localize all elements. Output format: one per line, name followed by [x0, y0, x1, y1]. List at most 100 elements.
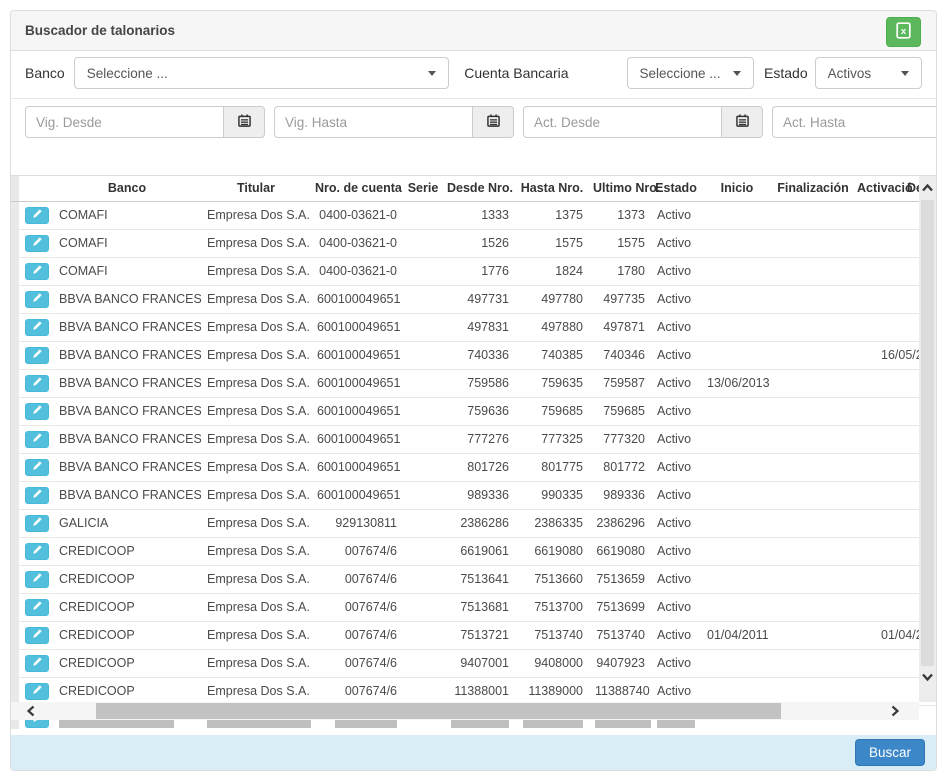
- cell-cuenta: 007674/6: [311, 621, 403, 649]
- calendar-button[interactable]: [472, 106, 514, 138]
- cell-banco: BBVA BANCO FRANCES: [53, 285, 201, 313]
- edit-row-button[interactable]: [25, 375, 49, 392]
- edit-row-button[interactable]: [25, 319, 49, 336]
- cell-titular: Empresa Dos S.A.: [201, 341, 311, 369]
- column-header-cuenta[interactable]: Nro. de cuenta: [311, 176, 403, 201]
- row-actions-cell: [19, 621, 53, 649]
- date-input-3[interactable]: [772, 106, 937, 138]
- cell-banco: BBVA BANCO FRANCES: [53, 397, 201, 425]
- cell-banco: CREDICOOP: [53, 537, 201, 565]
- edit-row-button[interactable]: [25, 487, 49, 504]
- estado-select-value: Activos: [828, 66, 872, 81]
- column-header-activacion[interactable]: Activación: [853, 176, 913, 201]
- cell-titular: Empresa Dos S.A.: [201, 453, 311, 481]
- date-input-2[interactable]: [523, 106, 721, 138]
- banco-select[interactable]: Seleccione ...: [74, 57, 450, 89]
- edit-row-button[interactable]: [25, 235, 49, 252]
- cell-activacion: [853, 649, 913, 677]
- table-row: BBVA BANCO FRANCESEmpresa Dos S.A.600100…: [11, 453, 936, 481]
- column-header-estado[interactable]: Estado: [651, 176, 701, 201]
- estado-select[interactable]: Activos: [815, 57, 922, 89]
- edit-row-button[interactable]: [25, 431, 49, 448]
- cell-desde: 7513641: [443, 565, 515, 593]
- scroll-up-icon[interactable]: [920, 182, 935, 197]
- cell-hasta: 497780: [515, 285, 589, 313]
- cell-banco: BBVA BANCO FRANCES: [53, 341, 201, 369]
- table-row: BBVA BANCO FRANCESEmpresa Dos S.A.600100…: [11, 285, 936, 313]
- buscar-button[interactable]: Buscar: [855, 739, 925, 766]
- cell-estado: Activo: [651, 425, 701, 453]
- cell-desde: 777276: [443, 425, 515, 453]
- cell-ultimo: 497871: [589, 313, 651, 341]
- cuenta-bancaria-select-value: Seleccione ...: [640, 66, 721, 81]
- row-actions-cell: [19, 229, 53, 257]
- column-header-hasta[interactable]: Hasta Nro.: [515, 176, 589, 201]
- row-strip: [11, 677, 19, 705]
- cell-desde: 759636: [443, 397, 515, 425]
- cell-activacion: [853, 565, 913, 593]
- filter-row-dates: [25, 99, 922, 138]
- cell-serie: [403, 229, 443, 257]
- edit-row-button[interactable]: [25, 291, 49, 308]
- scroll-down-icon[interactable]: [920, 671, 935, 686]
- horizontal-scrollbar[interactable]: [11, 702, 919, 720]
- cell-banco: BBVA BANCO FRANCES: [53, 425, 201, 453]
- panel-heading: Buscador de talonarios x: [11, 11, 936, 51]
- date-input-1[interactable]: [274, 106, 472, 138]
- cell-finalizacion: [773, 593, 853, 621]
- cell-serie: [403, 313, 443, 341]
- table-row: CREDICOOPEmpresa Dos S.A.007674/67513721…: [11, 621, 936, 649]
- edit-row-button[interactable]: [25, 627, 49, 644]
- edit-row-button[interactable]: [25, 207, 49, 224]
- column-header-finalizacion[interactable]: Finalización: [773, 176, 853, 201]
- cell-cuenta: 600100049651: [311, 481, 403, 509]
- edit-row-button[interactable]: [25, 571, 49, 588]
- edit-row-button[interactable]: [25, 543, 49, 560]
- cell-ultimo: 759587: [589, 369, 651, 397]
- cell-serie: [403, 565, 443, 593]
- edit-row-button[interactable]: [25, 655, 49, 672]
- horizontal-scrollbar-thumb[interactable]: [96, 703, 781, 719]
- edit-row-button[interactable]: [25, 403, 49, 420]
- column-header-banco[interactable]: Banco: [53, 176, 201, 201]
- edit-row-button[interactable]: [25, 515, 49, 532]
- vertical-scrollbar-thumb[interactable]: [921, 200, 934, 666]
- calendar-button[interactable]: [721, 106, 763, 138]
- cell-activacion: [853, 369, 913, 397]
- cell-activacion: [853, 509, 913, 537]
- row-strip: [11, 369, 19, 397]
- edit-row-button[interactable]: [25, 347, 49, 364]
- cell-finalizacion: [773, 621, 853, 649]
- cell-desde: 497831: [443, 313, 515, 341]
- row-strip: [11, 537, 19, 565]
- cell-finalizacion: [773, 257, 853, 285]
- scroll-right-icon[interactable]: [889, 704, 901, 721]
- export-excel-button[interactable]: x: [886, 17, 921, 47]
- column-header-desde[interactable]: Desde Nro.: [443, 176, 515, 201]
- column-header-inicio[interactable]: Inicio: [701, 176, 773, 201]
- edit-row-button[interactable]: [25, 459, 49, 476]
- cell-estado: Activo: [651, 593, 701, 621]
- column-header-serie[interactable]: Serie: [403, 176, 443, 201]
- cell-ultimo: 6619080: [589, 537, 651, 565]
- edit-row-button[interactable]: [25, 599, 49, 616]
- cell-hasta: 9408000: [515, 649, 589, 677]
- vertical-scrollbar[interactable]: [919, 176, 936, 702]
- row-strip: [11, 509, 19, 537]
- edit-row-button[interactable]: [25, 683, 49, 700]
- cell-hasta: 6619080: [515, 537, 589, 565]
- calendar-button[interactable]: [223, 106, 265, 138]
- cuenta-bancaria-select[interactable]: Seleccione ...: [627, 57, 755, 89]
- cell-hasta: 1824: [515, 257, 589, 285]
- cell-desde: 9407001: [443, 649, 515, 677]
- column-header-titular[interactable]: Titular: [201, 176, 311, 201]
- cell-desde: 759586: [443, 369, 515, 397]
- cell-titular: Empresa Dos S.A.: [201, 537, 311, 565]
- date-input-0[interactable]: [25, 106, 223, 138]
- edit-row-button[interactable]: [25, 263, 49, 280]
- scroll-left-icon[interactable]: [25, 704, 37, 721]
- svg-text:x: x: [901, 26, 907, 37]
- column-header-ultimo[interactable]: Ultimo Nro.: [589, 176, 651, 201]
- cell-banco: CREDICOOP: [53, 565, 201, 593]
- row-strip: [11, 593, 19, 621]
